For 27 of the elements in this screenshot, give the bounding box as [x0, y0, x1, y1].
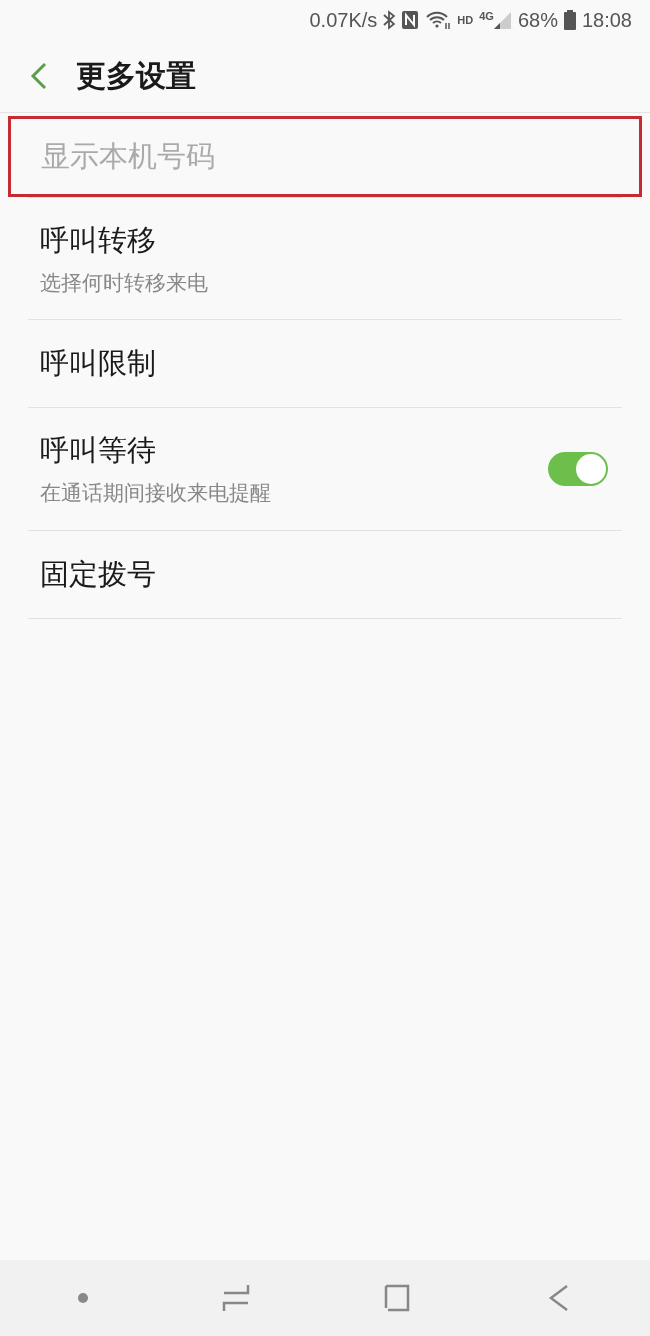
battery-icon — [563, 10, 576, 30]
network-speed: 0.07K/s — [309, 8, 378, 32]
back-icon[interactable] — [30, 62, 48, 90]
signal-icon — [493, 10, 512, 30]
setting-title: 显示本机号码 — [41, 137, 216, 175]
clock: 18:08 — [581, 8, 632, 32]
setting-item[interactable]: 呼叫等待 在通话期间接收来电提醒 — [28, 408, 622, 531]
setting-item[interactable]: 固定拨号 — [28, 531, 622, 619]
recent-apps-icon[interactable] — [222, 1283, 251, 1313]
dot-icon[interactable] — [76, 1292, 89, 1304]
nfc-icon — [401, 10, 420, 30]
setting-title: 呼叫转移 — [40, 221, 157, 259]
setting-title: 呼叫等待 — [40, 432, 157, 469]
setting-item[interactable]: 呼叫限制 — [28, 320, 622, 408]
wifi-icon — [425, 10, 452, 30]
toggle-switch[interactable] — [548, 452, 608, 486]
setting-title: 固定拨号 — [40, 555, 157, 593]
setting-subtitle: 选择何时转移来电 — [40, 269, 209, 297]
setting-title: 呼叫限制 — [40, 344, 157, 382]
home-icon[interactable] — [383, 1283, 412, 1313]
hd-label: HD — [457, 14, 474, 26]
setting-item[interactable]: 呼叫转移 选择何时转移来电 — [28, 197, 622, 320]
setting-subtitle: 在通话期间接收来电提醒 — [40, 480, 272, 507]
battery-percent: 68% — [517, 8, 558, 32]
page-title: 更多设置 — [76, 56, 196, 95]
network-type: 4G — [479, 10, 494, 22]
bluetooth-icon — [383, 10, 396, 30]
